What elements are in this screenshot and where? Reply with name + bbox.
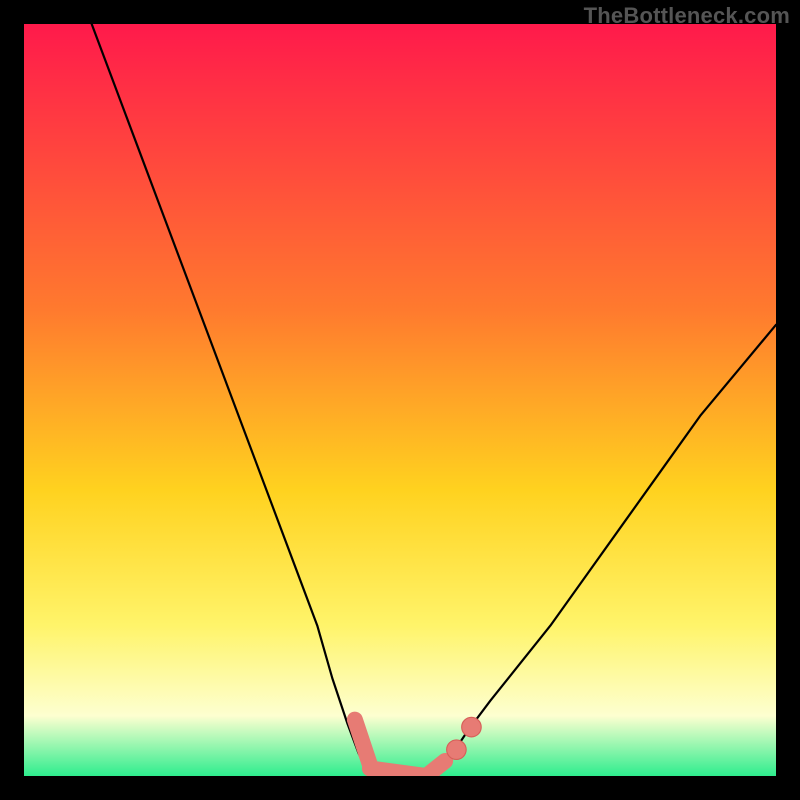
- chart-background: [24, 24, 776, 776]
- chart-frame: TheBottleneck.com: [0, 0, 800, 800]
- valley-marker-pill: [370, 768, 426, 776]
- valley-marker-dot: [447, 740, 467, 760]
- valley-marker-dot: [462, 717, 482, 737]
- bottleneck-chart: [24, 24, 776, 776]
